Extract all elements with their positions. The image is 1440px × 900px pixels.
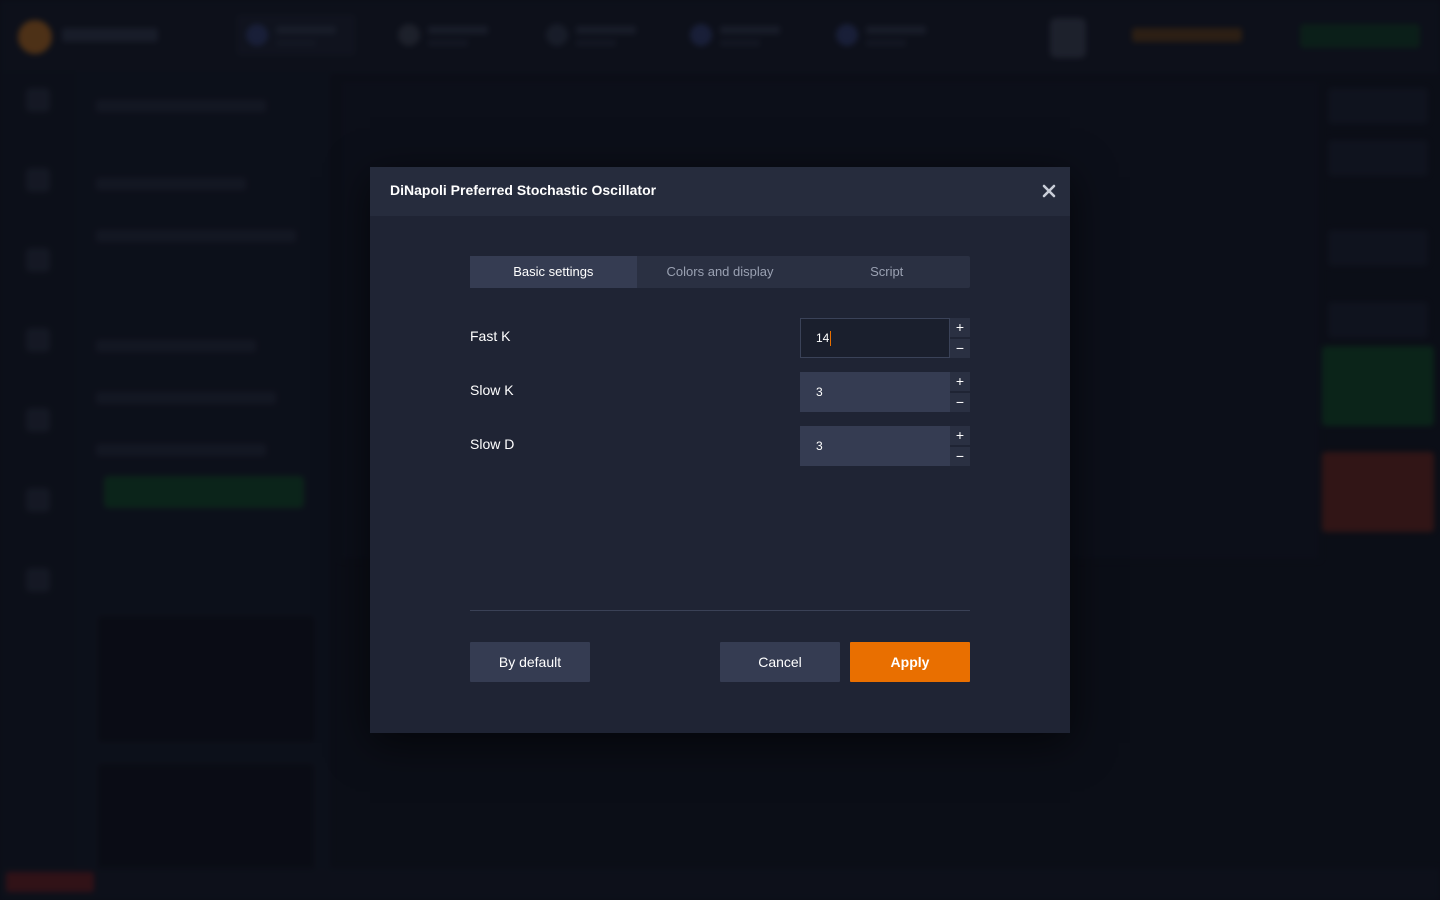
footer-divider [470, 610, 970, 611]
fast-k-input[interactable]: 14 [800, 318, 950, 358]
slow-d-increment-button[interactable]: + [950, 426, 970, 445]
slow-k-label: Slow K [470, 382, 514, 398]
slow-k-decrement-button[interactable]: − [950, 393, 970, 412]
by-default-button[interactable]: By default [470, 642, 590, 682]
indicator-settings-dialog: DiNapoli Preferred Stochastic Oscillator… [370, 167, 1070, 733]
tab-colors-and-display[interactable]: Colors and display [637, 256, 804, 288]
slow-k-value: 3 [816, 385, 823, 399]
text-caret [830, 331, 832, 347]
slow-d-decrement-button[interactable]: − [950, 447, 970, 466]
settings-tabs: Basic settings Colors and display Script [470, 256, 970, 288]
dialog-header: DiNapoli Preferred Stochastic Oscillator [370, 167, 1070, 216]
tab-script[interactable]: Script [803, 256, 970, 288]
slow-k-increment-button[interactable]: + [950, 372, 970, 391]
tab-basic-settings[interactable]: Basic settings [470, 256, 637, 288]
apply-button[interactable]: Apply [850, 642, 970, 682]
fast-k-increment-button[interactable]: + [950, 318, 970, 337]
slow-d-value: 3 [816, 439, 823, 453]
dialog-title: DiNapoli Preferred Stochastic Oscillator [390, 182, 657, 198]
slow-d-input[interactable]: 3 [800, 426, 950, 466]
slow-k-input[interactable]: 3 [800, 372, 950, 412]
slow-d-label: Slow D [470, 436, 515, 452]
cancel-button[interactable]: Cancel [720, 642, 840, 682]
fast-k-decrement-button[interactable]: − [950, 339, 970, 358]
fast-k-value: 14 [816, 331, 830, 345]
close-icon[interactable] [1038, 180, 1060, 202]
fast-k-label: Fast K [470, 328, 511, 344]
